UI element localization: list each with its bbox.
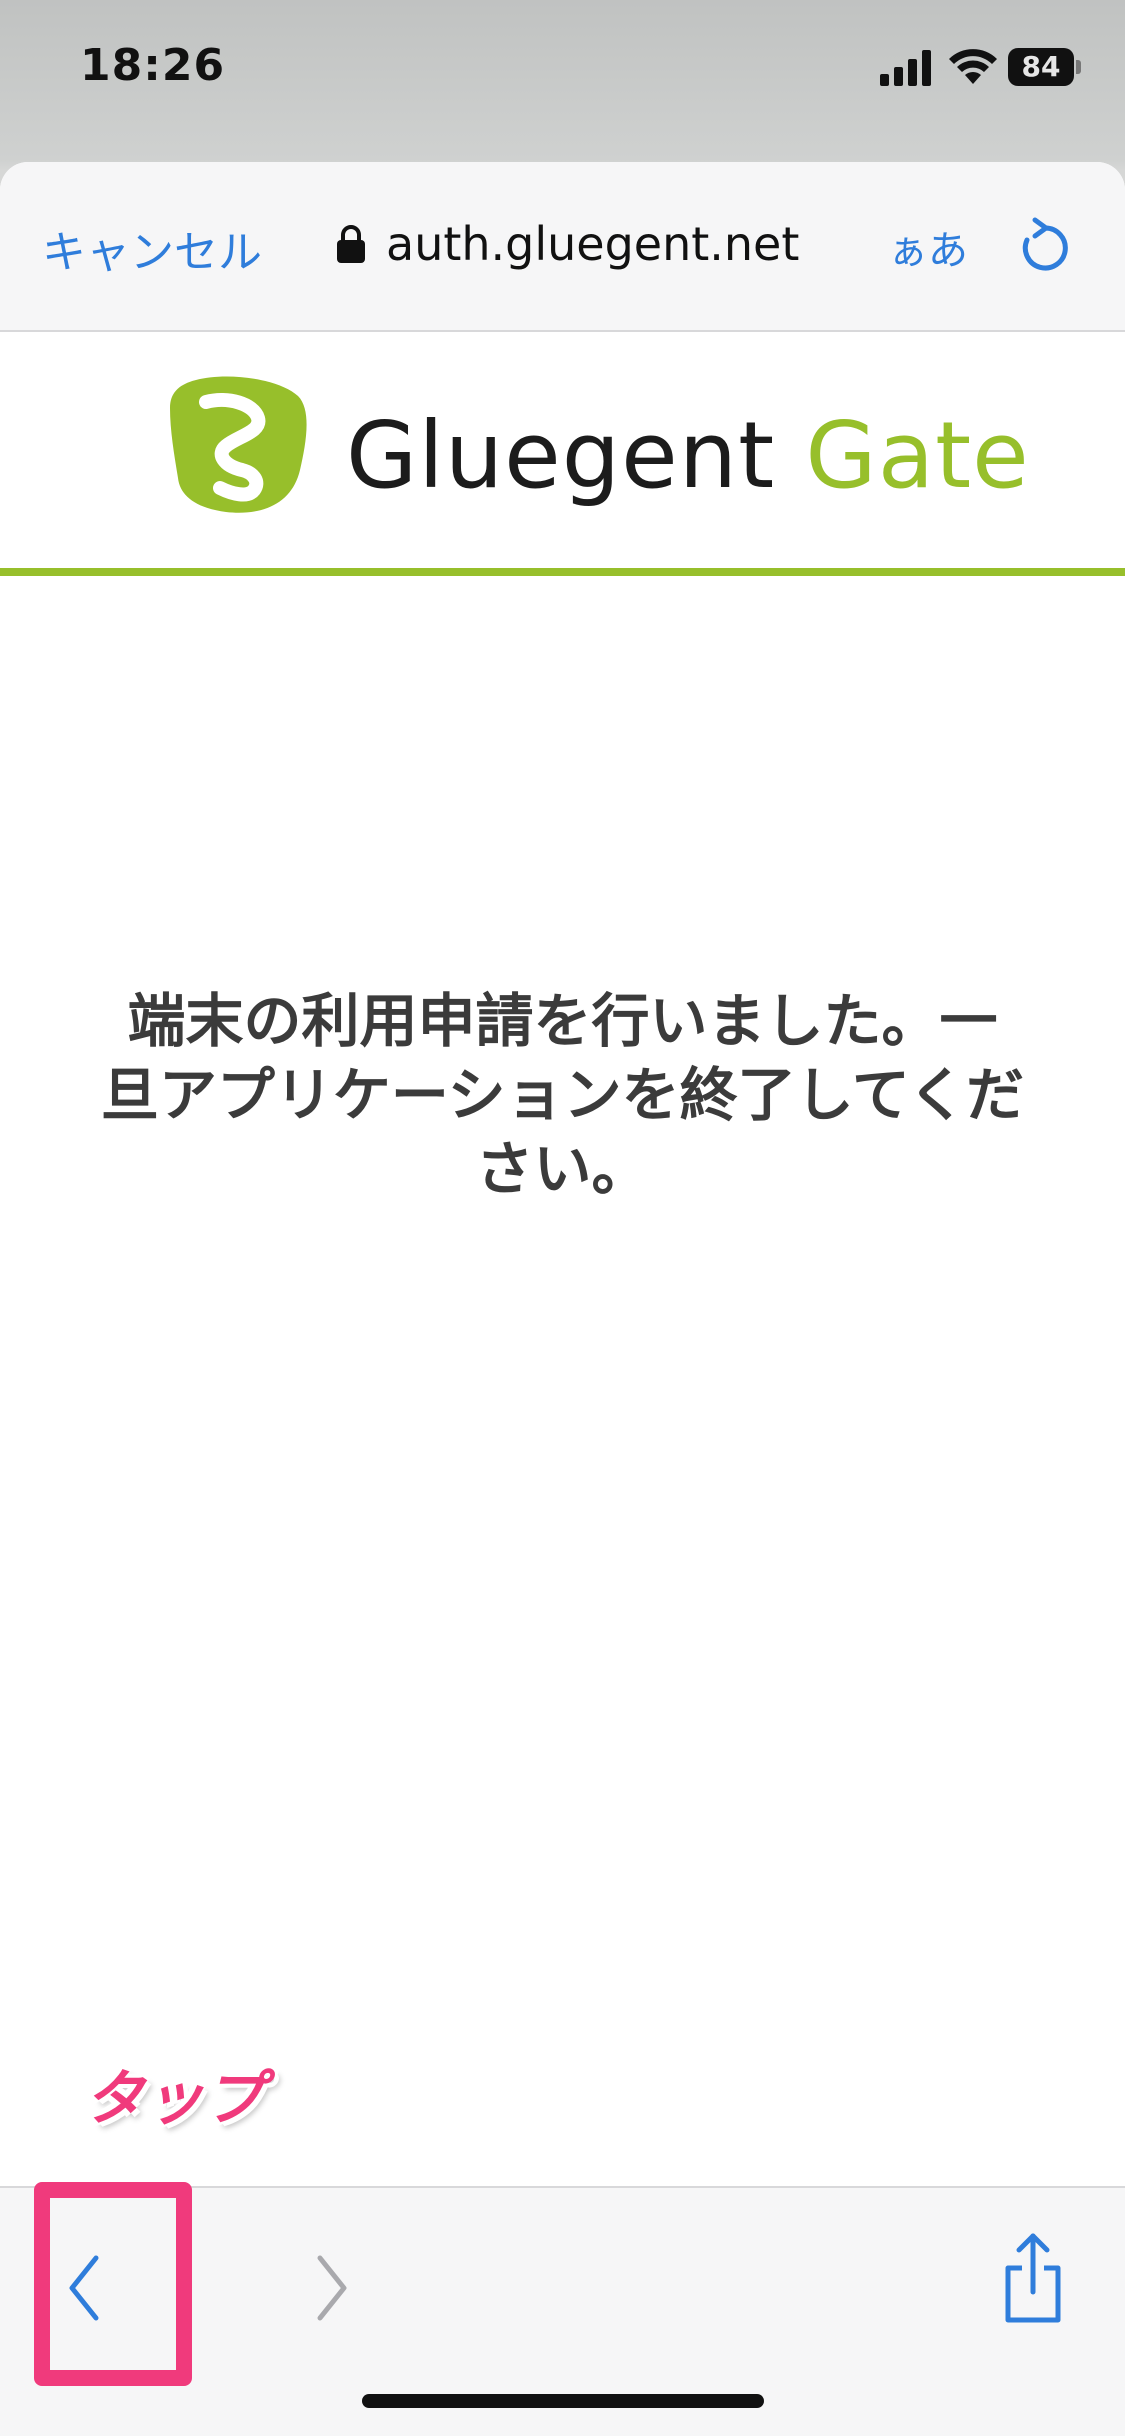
brand-name-accent: Gate	[805, 402, 1030, 509]
status-bar: 18:26 84	[0, 0, 1125, 140]
home-indicator	[362, 2394, 764, 2408]
battery-tip	[1076, 60, 1081, 74]
signal-icon	[880, 50, 931, 86]
url-text: auth.gluegent.net	[386, 217, 800, 271]
brand-name-primary: Gluegent	[346, 402, 776, 509]
wifi-icon	[949, 49, 997, 84]
brand-header: Gluegent Gate	[0, 332, 1125, 576]
share-icon[interactable]	[1000, 2230, 1066, 2326]
battery-indicator: 84	[1008, 48, 1081, 86]
browser-sheet: キャンセル auth.gluegent.net ぁあ Gluegent Gate	[0, 162, 1125, 2436]
status-time: 18:26	[80, 40, 226, 91]
battery-level: 84	[1008, 48, 1074, 86]
browser-nav-bar: キャンセル auth.gluegent.net ぁあ	[0, 162, 1125, 332]
cancel-button[interactable]: キャンセル	[42, 216, 262, 280]
gluegent-logo-icon	[170, 376, 307, 513]
tap-annotation-label: タップ	[84, 2064, 264, 2134]
status-message: 端末の利用申請を行いました。一旦アプリケーションを終了してください。	[100, 987, 1025, 1203]
tap-highlight-box	[34, 2182, 192, 2386]
address-bar[interactable]: auth.gluegent.net	[336, 214, 799, 274]
brand-name: Gluegent Gate	[346, 402, 1030, 509]
reload-icon[interactable]	[1018, 216, 1072, 276]
chevron-right-icon[interactable]	[306, 2248, 356, 2328]
lock-icon	[337, 225, 365, 263]
text-size-button[interactable]: ぁあ	[888, 218, 968, 276]
screen: 18:26 84 キャンセル auth.gluegent.net ぁあ Glue…	[0, 0, 1125, 2436]
